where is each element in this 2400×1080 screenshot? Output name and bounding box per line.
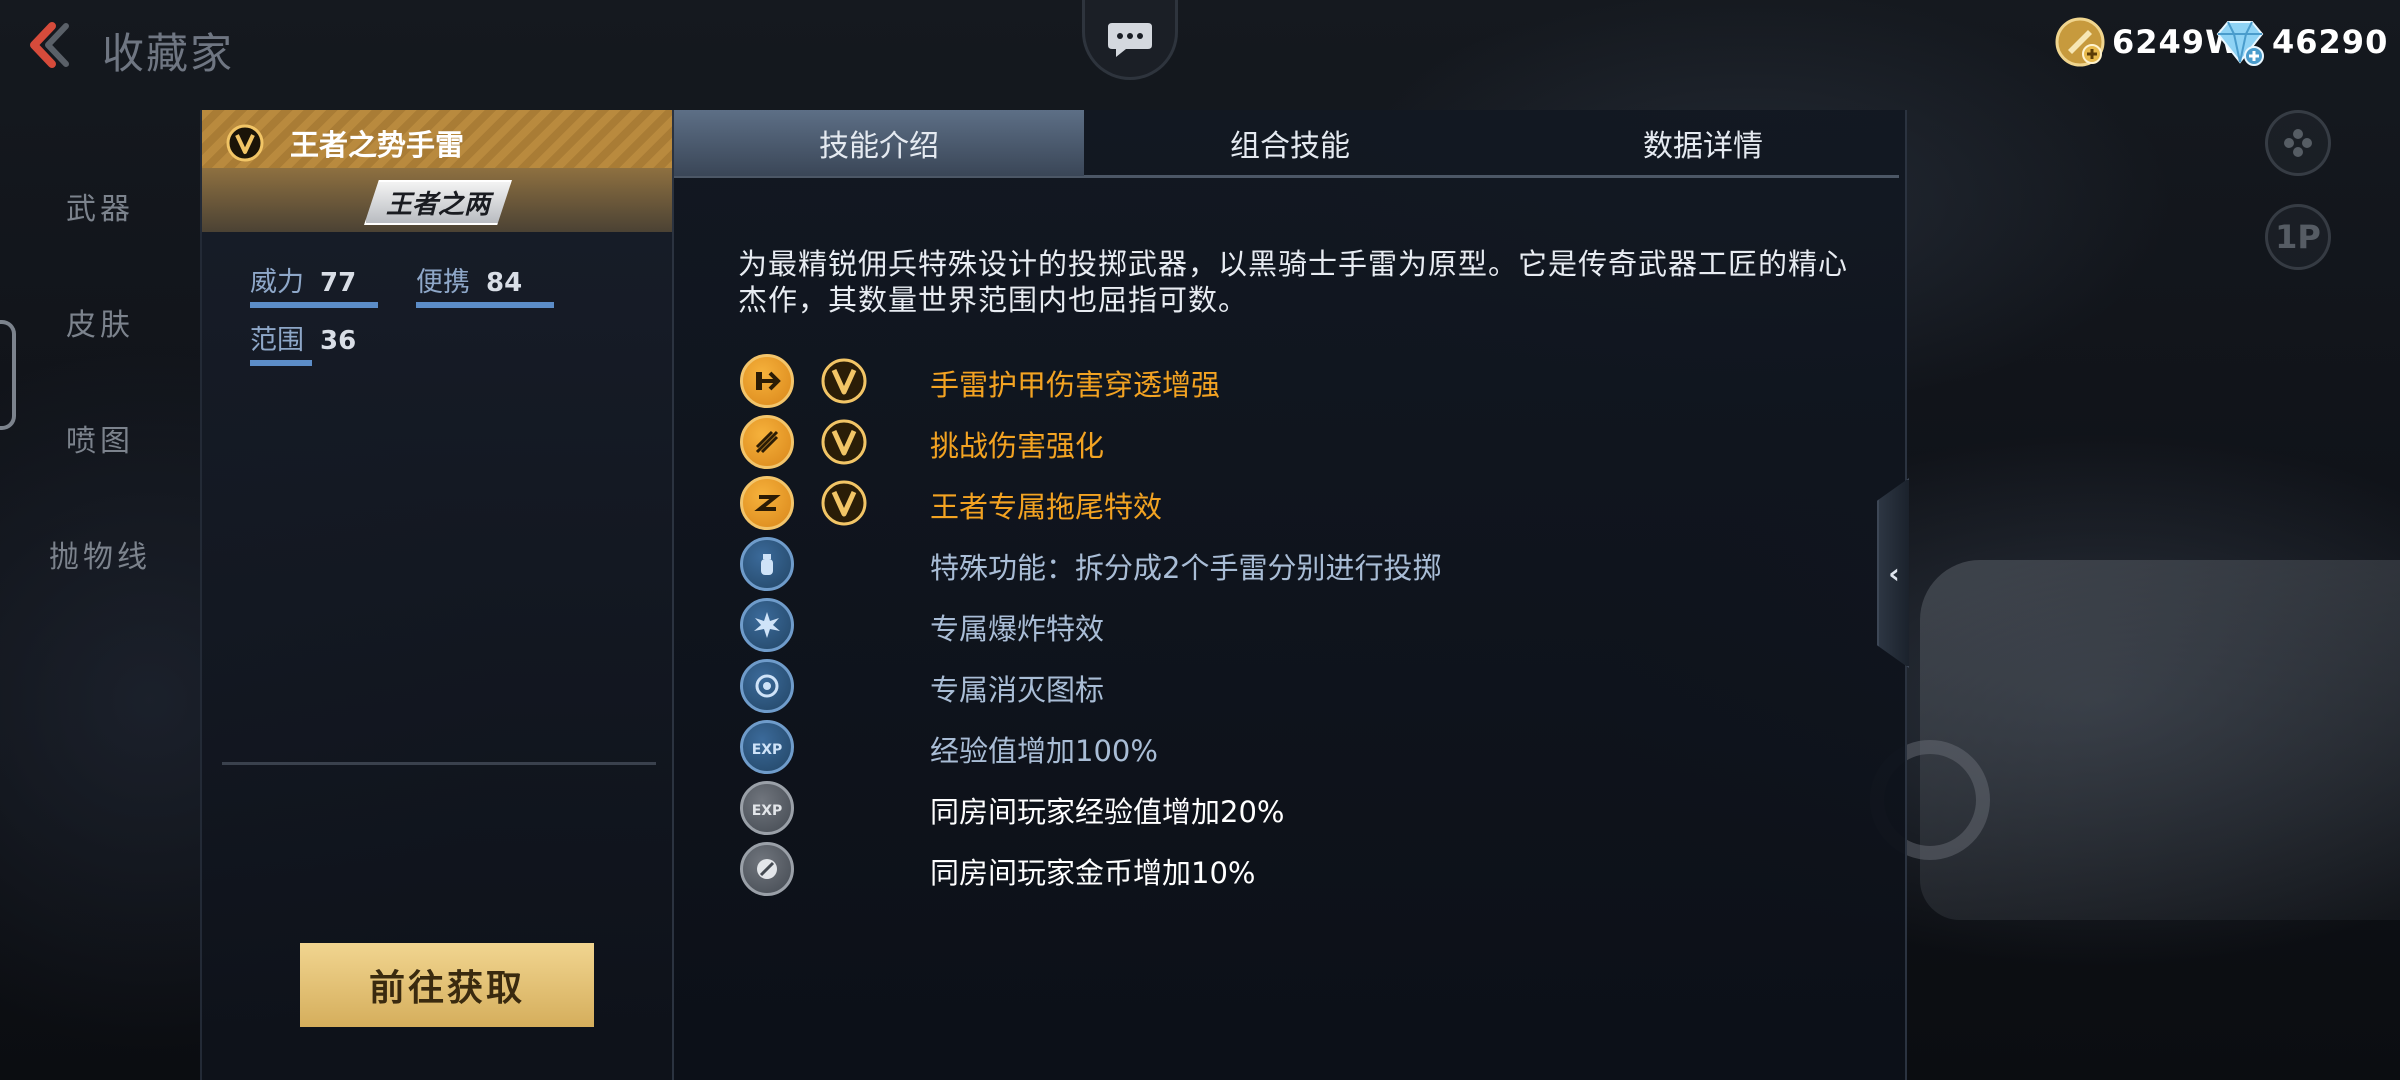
chat-bubble-icon xyxy=(1108,22,1152,57)
v-badge-icon xyxy=(821,419,867,465)
skill-row: EXP 同房间玩家经验值增加20% xyxy=(740,781,1840,837)
stat-bar xyxy=(250,302,378,308)
category-nav: 武器 皮肤 喷图 抛物线 xyxy=(0,110,200,630)
chevron-left-icon: ‹ xyxy=(1888,556,1900,590)
challenge-damage-icon xyxy=(740,415,794,469)
skill-row: 特殊功能：拆分成2个手雷分别进行投掷 xyxy=(740,537,1840,593)
stat-label: 威力 xyxy=(250,267,304,298)
nav-item-trajectory[interactable]: 抛物线 xyxy=(0,478,200,588)
tab-bar: 技能介绍 组合技能 数据详情 xyxy=(674,110,1899,178)
stat-value: 77 xyxy=(320,268,357,298)
room-gold-boost-icon xyxy=(740,842,794,896)
v-badge-icon xyxy=(226,124,264,162)
nav-item-label: 武器 xyxy=(66,192,134,227)
acquire-button[interactable]: 前往获取 xyxy=(300,943,594,1027)
split-grenade-icon xyxy=(740,537,794,591)
exp-boost-icon: EXP xyxy=(740,720,794,774)
trail-effect-icon xyxy=(740,476,794,530)
skill-row: 王者专属拖尾特效 xyxy=(740,476,1840,532)
gamepad-icon xyxy=(2284,129,2312,157)
tab-data-details[interactable]: 数据详情 xyxy=(1497,110,1909,176)
back-button[interactable] xyxy=(18,20,78,70)
stat-label: 范围 xyxy=(250,325,304,356)
stat-power: 威力 77 xyxy=(250,260,378,308)
skill-row: 挑战伤害强化 xyxy=(740,415,1840,471)
one-player-button[interactable]: 1P xyxy=(2265,204,2331,270)
stat-range: 范围 36 xyxy=(250,318,357,366)
room-exp-boost-icon: EXP xyxy=(740,781,794,835)
skill-text: 专属消灭图标 xyxy=(930,673,1105,707)
stat-label: 便携 xyxy=(416,267,470,298)
svg-text:EXP: EXP xyxy=(752,742,783,758)
diamond-currency[interactable]: 46290 xyxy=(2214,16,2388,68)
tab-combo-skills[interactable]: 组合技能 xyxy=(1084,110,1496,176)
background-vehicle xyxy=(1920,560,2400,920)
skill-row: 同房间玩家金币增加10% xyxy=(740,842,1840,898)
weapon-header: 王者之势手雷 王者之两 xyxy=(202,110,674,232)
nav-item-sprays[interactable]: 喷图 xyxy=(0,362,200,472)
top-bar: 收藏家 6249W 46290 xyxy=(0,0,2400,90)
weapon-series-logo: 王者之两 xyxy=(363,180,513,225)
skill-text: 同房间玩家金币增加10% xyxy=(930,856,1256,890)
gold-coin-icon xyxy=(2055,17,2105,67)
chevron-left-icon xyxy=(30,22,69,68)
page-title: 收藏家 xyxy=(102,29,235,78)
skill-text: 专属爆炸特效 xyxy=(930,612,1105,646)
stat-bar xyxy=(416,302,554,308)
skill-row: 手雷护甲伤害穿透增强 xyxy=(740,354,1840,410)
stat-value: 84 xyxy=(486,268,523,298)
armor-penetration-icon xyxy=(740,354,794,408)
weapon-name: 王者之势手雷 xyxy=(290,128,465,162)
divider xyxy=(222,762,656,765)
nav-item-label: 喷图 xyxy=(66,424,134,459)
kill-icon-effect-icon xyxy=(740,659,794,713)
v-badge-icon xyxy=(821,480,867,526)
v-badge-icon xyxy=(821,358,867,404)
skill-text: 挑战伤害强化 xyxy=(930,429,1105,463)
skill-text: 王者专属拖尾特效 xyxy=(930,490,1163,524)
skill-row: EXP 经验值增加100% xyxy=(740,720,1840,776)
skill-text: 手雷护甲伤害穿透增强 xyxy=(930,368,1221,402)
gamepad-button[interactable] xyxy=(2265,110,2331,176)
explosion-effect-icon xyxy=(740,598,794,652)
skill-row: 专属消灭图标 xyxy=(740,659,1840,715)
skill-text: 同房间玩家经验值增加20% xyxy=(930,795,1285,829)
weapon-panel: 王者之势手雷 王者之两 威力 77 便携 84 范围 36 前往获取 xyxy=(200,110,674,1080)
stat-bar xyxy=(250,360,312,366)
nav-item-weapons[interactable]: 武器 xyxy=(0,130,200,240)
diamond-amount: 46290 xyxy=(2272,23,2389,61)
svg-text:EXP: EXP xyxy=(752,803,783,819)
chat-button[interactable] xyxy=(1082,0,1178,80)
weapon-description: 为最精锐佣兵特殊设计的投掷武器，以黑骑士手雷为原型。它是传奇武器工匠的精心杰作，… xyxy=(738,247,1849,317)
stat-portable: 便携 84 xyxy=(416,260,554,308)
nav-item-skins[interactable]: 皮肤 xyxy=(0,246,200,356)
collapse-panel-handle[interactable]: ‹ xyxy=(1877,478,1909,668)
nav-item-label: 皮肤 xyxy=(66,308,134,343)
skill-text: 特殊功能：拆分成2个手雷分别进行投掷 xyxy=(930,551,1442,585)
skill-panel: 技能介绍 组合技能 数据详情 为最精锐佣兵特殊设计的投掷武器，以黑骑士手雷为原型… xyxy=(672,110,1907,1080)
skill-text: 经验值增加100% xyxy=(930,734,1158,768)
diamond-icon xyxy=(2216,21,2264,66)
skill-row: 专属爆炸特效 xyxy=(740,598,1840,654)
stat-value: 36 xyxy=(320,326,357,356)
nav-item-label: 抛物线 xyxy=(49,540,151,575)
tab-skill-intro[interactable]: 技能介绍 xyxy=(674,110,1084,176)
